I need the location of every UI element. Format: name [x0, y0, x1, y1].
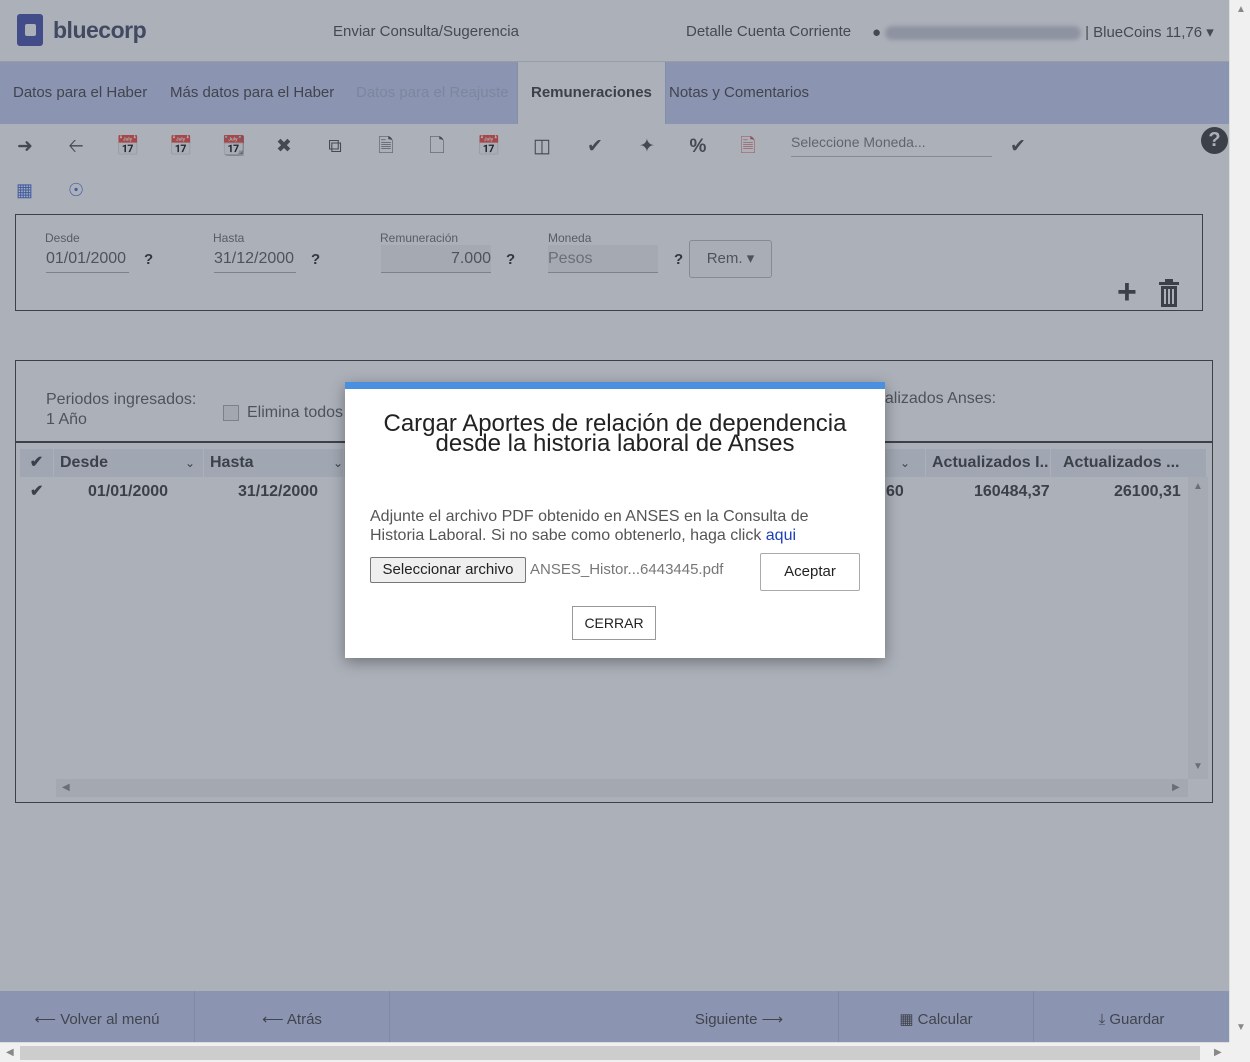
modal-instructions-text: Adjunte el archivo PDF obtenido en ANSES…: [370, 508, 809, 544]
scroll-thumb[interactable]: [20, 1046, 1200, 1060]
selected-file-name: ANSES_Histor...6443445.pdf: [530, 561, 724, 578]
scroll-up-icon[interactable]: ▲: [1236, 4, 1246, 15]
scroll-left-icon[interactable]: ◀: [6, 1047, 14, 1058]
accept-button[interactable]: Aceptar: [760, 553, 860, 591]
scroll-down-icon[interactable]: ▼: [1236, 1022, 1246, 1033]
modal-instructions: Adjunte el archivo PDF obtenido en ANSES…: [370, 507, 860, 545]
select-file-button[interactable]: Seleccionar archivo: [370, 557, 526, 583]
help-link[interactable]: aqui: [766, 527, 796, 544]
modal-title: Cargar Aportes de relación de dependenci…: [383, 410, 847, 457]
upload-anses-modal: Cargar Aportes de relación de dependenci…: [345, 382, 885, 658]
page-horizontal-scrollbar[interactable]: ◀ ▶: [0, 1042, 1229, 1062]
scroll-right-icon[interactable]: ▶: [1214, 1047, 1222, 1058]
page-vertical-scrollbar[interactable]: ▲ ▼: [1229, 0, 1250, 1042]
close-button[interactable]: CERRAR: [572, 606, 656, 640]
scrollbar-corner: [1229, 1042, 1250, 1062]
